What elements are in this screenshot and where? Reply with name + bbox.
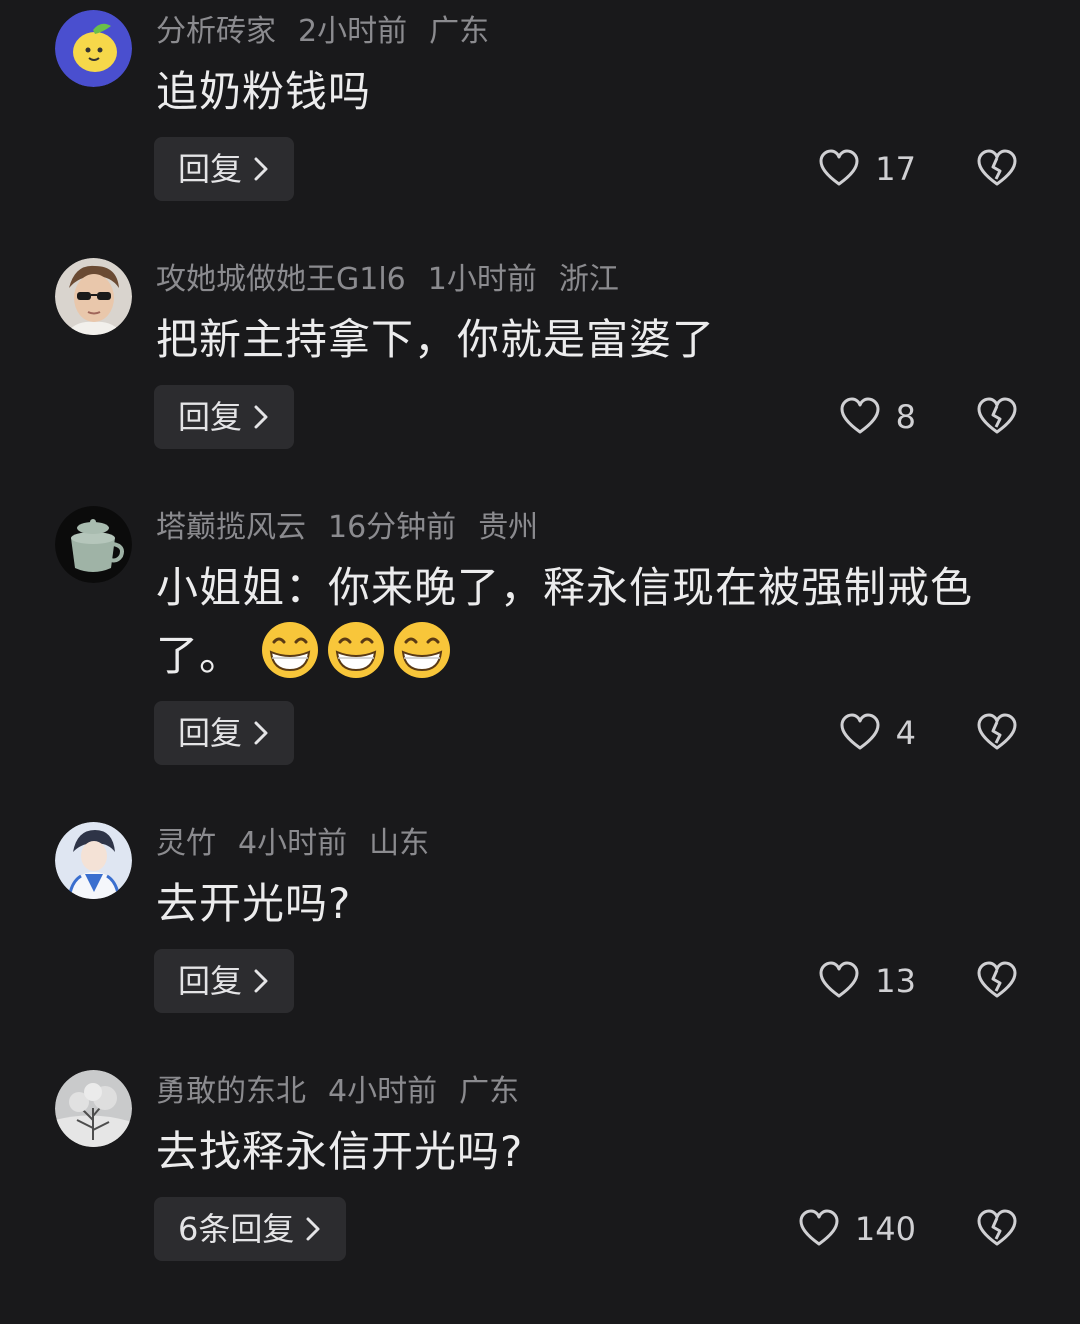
- like-count: 13: [875, 962, 916, 1000]
- comment-meta: 塔巅揽风云 16分钟前 贵州: [156, 508, 560, 548]
- reply-label: 6条回复: [178, 1210, 295, 1248]
- username[interactable]: 灵竹: [156, 826, 216, 861]
- avatar[interactable]: [55, 1070, 132, 1147]
- teacup-avatar-icon: [55, 506, 132, 583]
- timestamp: 16分钟前: [328, 510, 457, 545]
- like-button[interactable]: 13: [819, 949, 916, 1013]
- reply-label: 回复: [178, 398, 243, 436]
- username[interactable]: 分析砖家: [156, 14, 276, 49]
- dislike-button[interactable]: [976, 385, 1018, 449]
- avatar[interactable]: [55, 258, 132, 335]
- location: 山东: [369, 826, 430, 861]
- timestamp: 1小时前: [427, 262, 537, 297]
- comment-meta: 灵竹 4小时前 山东: [156, 824, 451, 864]
- chevron-right-icon: [306, 1217, 320, 1241]
- avatar[interactable]: [55, 10, 132, 87]
- reply-button[interactable]: 回复: [154, 137, 295, 201]
- like-button[interactable]: 17: [819, 137, 916, 201]
- comment-text: 去开光吗?: [156, 879, 352, 928]
- timestamp: 2小时前: [298, 14, 408, 49]
- comment-meta: 勇敢的东北 4小时前 广东: [156, 1072, 541, 1112]
- comment-text: 把新主持拿下，你就是富婆了: [156, 315, 716, 364]
- comment-meta: 分析砖家 2小时前 广东: [156, 12, 511, 52]
- comment-text-line: 了。: [156, 631, 243, 680]
- like-count: 17: [875, 150, 916, 188]
- chevron-right-icon: [254, 157, 268, 181]
- heart-icon: [819, 961, 859, 998]
- man-sunglasses-avatar-icon: [55, 258, 132, 335]
- reply-label: 回复: [178, 962, 243, 1000]
- like-button[interactable]: 4: [840, 701, 916, 765]
- dislike-button[interactable]: [976, 137, 1018, 201]
- dislike-button[interactable]: [976, 949, 1018, 1013]
- avatar[interactable]: [55, 506, 132, 583]
- grinning-face-emoji-icon: [262, 622, 319, 678]
- username[interactable]: 勇敢的东北: [156, 1074, 306, 1109]
- reply-button[interactable]: 回复: [154, 701, 295, 765]
- comment-meta: 攻她城做她王G1l6 1小时前 浙江: [156, 260, 641, 300]
- comment-text: 追奶粉钱吗: [156, 67, 372, 116]
- location: 广东: [459, 1074, 520, 1109]
- heart-icon: [819, 149, 859, 186]
- username[interactable]: 攻她城做她王G1l6: [156, 262, 406, 297]
- like-count: 4: [895, 714, 916, 752]
- comment-text-line-with-emoji: 了。: [156, 620, 1016, 688]
- location: 贵州: [478, 510, 539, 545]
- grinning-face-emoji-icon: [328, 622, 385, 678]
- reply-label: 回复: [178, 714, 243, 752]
- timestamp: 4小时前: [238, 826, 348, 861]
- chevron-right-icon: [254, 721, 268, 745]
- location: 广东: [429, 14, 490, 49]
- like-count: 8: [895, 398, 916, 436]
- comment-text: 去找释永信开光吗?: [156, 1127, 524, 1176]
- heart-icon: [840, 397, 880, 434]
- grinning-face-emoji-icon: [394, 622, 451, 678]
- username[interactable]: 塔巅揽风云: [156, 510, 306, 545]
- comment-text-line: 小姐姐：你来晚了，释永信现在被强制戒色: [156, 563, 974, 612]
- reply-label: 回复: [178, 150, 243, 188]
- view-replies-button[interactable]: 6条回复: [154, 1197, 347, 1261]
- broken-heart-icon: [977, 149, 1017, 186]
- lemon-avatar-icon: [55, 10, 132, 87]
- chevron-right-icon: [254, 405, 268, 429]
- broken-heart-icon: [977, 397, 1017, 434]
- broken-heart-icon: [977, 713, 1017, 750]
- broken-heart-icon: [977, 1209, 1017, 1246]
- snow-tree-avatar-icon: [55, 1070, 132, 1147]
- like-count: 140: [854, 1210, 916, 1248]
- dislike-button[interactable]: [976, 1197, 1018, 1261]
- location: 浙江: [558, 262, 619, 297]
- broken-heart-icon: [977, 961, 1017, 998]
- chevron-right-icon: [254, 969, 268, 993]
- reply-button[interactable]: 回复: [154, 385, 295, 449]
- anime-avatar-icon: [55, 822, 132, 899]
- like-button[interactable]: 140: [799, 1197, 916, 1261]
- reply-button[interactable]: 回复: [154, 949, 295, 1013]
- heart-icon: [840, 713, 880, 750]
- heart-icon: [799, 1209, 839, 1246]
- comment-text: 小姐姐：你来晚了，释永信现在被强制戒色 了。: [156, 556, 1016, 688]
- like-button[interactable]: 8: [840, 385, 916, 449]
- dislike-button[interactable]: [976, 701, 1018, 765]
- timestamp: 4小时前: [328, 1074, 438, 1109]
- avatar[interactable]: [55, 822, 132, 899]
